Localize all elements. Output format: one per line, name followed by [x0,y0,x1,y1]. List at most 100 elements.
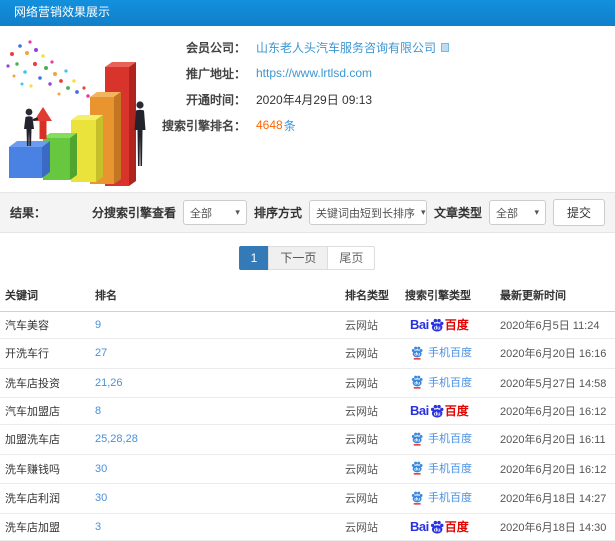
caret-down-icon: ▾ [534,207,539,217]
rank-cell[interactable]: 30 [90,454,340,484]
keyword-cell: 开洗车行 [0,338,90,369]
promo-url-label: 推广地址： [185,66,246,81]
keyword-cell: 洗车店投资 [0,368,90,398]
open-time-value: 2020年4月29日 09:13 [256,92,373,107]
last-page-button[interactable]: 尾页 [327,246,376,270]
sort-select[interactable]: 关键词由短到长排序 ▾ [308,200,427,225]
confetti-dots [6,40,90,98]
company-link[interactable]: 山东老人头汽车服务咨询有限公司 [256,39,436,56]
open-time-label: 开通时间： [185,92,246,107]
keyword-cell: 加盟洗车店 [0,424,90,455]
engine-type-cell: Bai du 百度 du 手机百度 [400,424,495,455]
mobile-baidu-paw-icon: du [411,375,423,389]
engine-type-cell: Bai du 百度 du 手机百度 [400,513,495,541]
updated-cell: 2020年6月18日 14:30 [495,513,615,541]
keyword-cell: 汽车美容 [0,311,90,339]
sort-label: 排序方式 [253,206,302,220]
rank-cell[interactable]: 8 [90,397,340,425]
mobile-baidu-label: 手机百度 [428,462,472,475]
rank-cell[interactable]: 25,28,28 [90,424,340,455]
rank-type-cell: 云网站 [340,368,400,398]
engine-filter-label: 分搜索引擎查看 [91,206,176,220]
updated-cell: 2020年6月20日 16:12 [495,454,615,484]
rank-count-number: 4648 [256,118,283,132]
rank-type-cell: 云网站 [340,454,400,484]
svg-text:du: du [433,325,440,331]
updated-cell: 2020年6月20日 16:16 [495,338,615,369]
baidu-paw-icon: du [430,318,444,332]
rank-type-cell: 云网站 [340,483,400,514]
baidu-logo-cn-text: 百度 [444,519,469,534]
bar-blue [9,141,50,178]
svg-text:du: du [414,351,420,357]
filter-bar: 结果： 分搜索引擎查看 全部 ▾ 排序方式 关键词由短到长排序 ▾ 文章类型 全… [0,192,615,233]
company-badge-icon [441,42,450,52]
engine-type-cell: Bai du 百度 du 手机百度 [400,454,495,484]
mobile-baidu-paw-icon: du [411,432,423,445]
member-info-panel: 会员公司： 山东老人头汽车服务咨询有限公司 推广地址： https://www.… [160,26,450,192]
baidu-mobile-logo: du 手机百度 [410,344,472,360]
table-row: 开洗车行 27 云网站 Bai du 百度 du [0,338,615,369]
keyword-cell: 洗车赚钱吗 [0,454,90,484]
page-1-button[interactable]: 1 [238,246,270,270]
table-row: 洗车店加盟 3 云网站 Bai du 百度 du [0,513,615,541]
rank-type-cell: 云网站 [340,338,400,369]
next-page-button[interactable]: 下一页 [268,246,329,270]
col-rank: 排名 [90,279,340,312]
article-type-select[interactable]: 全部 ▾ [488,200,546,225]
mobile-baidu-paw-icon: du [411,461,423,475]
rank-type-cell: 云网站 [340,424,400,455]
businessman-left [24,108,39,146]
rank-type-cell: 云网站 [340,513,400,541]
engine-type-cell: Bai du 百度 du 手机百度 [400,397,495,425]
keyword-cell: 洗车店利润 [0,483,90,514]
svg-text:du: du [433,527,440,533]
baidu-logo-text: Bai [410,518,429,534]
table-row: 洗车店利润 30 云网站 Bai du 百度 du [0,483,615,514]
mobile-baidu-paw-icon: du [411,346,423,359]
mobile-baidu-label: 手机百度 [428,376,472,389]
updated-cell: 2020年6月20日 16:11 [495,424,615,455]
caret-down-icon: ▾ [420,207,426,217]
bar-chart-illustration [0,26,160,188]
info-row-rank-count: 搜索引擎排名： 4648 条 [160,117,449,133]
svg-text:du: du [414,381,420,387]
table-header-row: 关键词 排名 排名类型 搜索引擎类型 最新更新时间 [0,279,615,312]
engine-type-cell: Bai du 百度 du 手机百度 [400,311,495,339]
table-row: 洗车店投资 21,26 云网站 Bai du 百度 du [0,368,615,398]
rank-type-cell: 云网站 [340,397,400,425]
info-row-url: 推广地址： https://www.lrtlsd.com [160,65,449,81]
page-title: 网络营销效果展示 [14,5,111,19]
rank-count-unit: 条 [283,118,296,133]
keyword-cell: 汽车加盟店 [0,397,90,425]
rank-cell[interactable]: 27 [90,338,340,369]
baidu-mobile-logo: du 手机百度 [410,460,472,476]
rank-cell[interactable]: 9 [90,311,340,339]
info-row-company: 会员公司： 山东老人头汽车服务咨询有限公司 [160,39,450,56]
rank-cell[interactable]: 3 [90,513,340,541]
col-rank-type: 排名类型 [340,279,400,312]
engine-filter-select[interactable]: 全部 ▾ [182,200,247,225]
company-label: 会员公司： [185,40,246,55]
mobile-baidu-label: 手机百度 [428,433,472,445]
rank-cell[interactable]: 21,26 [90,368,340,398]
pagination: 1 下一页 尾页 [0,246,615,270]
mobile-baidu-paw-icon: du [411,491,423,504]
engine-filter-value: 全部 [189,207,212,220]
baidu-paw-icon: du [430,520,444,534]
engine-type-cell: Bai du 百度 du 手机百度 [400,338,495,369]
table-row: 洗车赚钱吗 30 云网站 Bai du 百度 du [0,454,615,484]
baidu-pc-logo: Bai du 百度 [410,403,469,419]
col-keyword: 关键词 [0,279,90,312]
baidu-logo-text: Bai [410,317,429,332]
promo-url-link[interactable]: https://www.lrtlsd.com [256,66,372,80]
engine-type-cell: Bai du 百度 du 手机百度 [400,368,495,398]
info-row-open-time: 开通时间： 2020年4月29日 09:13 [160,91,449,107]
updated-cell: 2020年6月18日 14:27 [495,483,615,514]
page-title-bar: 网络营销效果展示 [0,0,615,26]
updated-cell: 2020年6月5日 11:24 [495,311,615,339]
submit-button[interactable]: 提交 [552,199,605,226]
rank-cell[interactable]: 30 [90,483,340,514]
baidu-logo-text: Bai [410,403,429,418]
svg-text:du: du [433,411,440,417]
